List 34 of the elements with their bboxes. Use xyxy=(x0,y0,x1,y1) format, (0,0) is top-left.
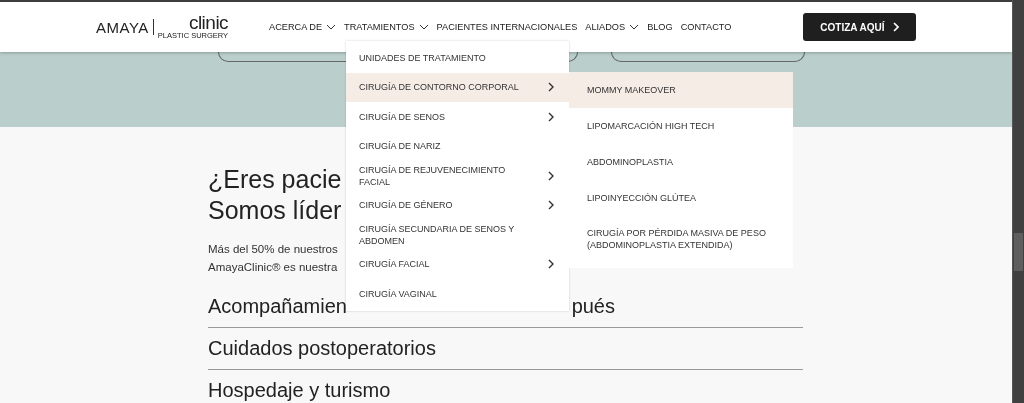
menu-item[interactable]: CIRUGÍA FACIAL xyxy=(346,249,569,279)
paragraph-text: AmayaClinic® es nuestra xyxy=(208,260,338,275)
scrollbar[interactable] xyxy=(1012,0,1024,403)
nav-link[interactable]: ALIADOS xyxy=(585,22,640,32)
menu-item[interactable]: CIRUGÍA DE NARIZ xyxy=(346,131,569,161)
menu-item[interactable]: LIPOINYECCIÓN GLÚTEA xyxy=(569,180,793,216)
menu-item[interactable]: CIRUGÍA SECUNDARIA DE SENOS Y ABDOMEN xyxy=(346,220,569,250)
accordion-title[interactable]: Cuidados postoperatorios xyxy=(208,337,436,360)
accordion-title[interactable]: Hospedaje y turismo xyxy=(208,379,391,402)
menu-item[interactable]: CIRUGÍA DE CONTORNO CORPORAL xyxy=(346,72,569,102)
accordion-title[interactable]: pués xyxy=(571,295,615,318)
menu-item[interactable]: CIRUGÍA DE SENOS xyxy=(346,102,569,132)
menu-item[interactable]: CIRUGÍA POR PÉRDIDA MASIVA DE PESO (ABDOMINOPLASTIA EXTENDIDA) xyxy=(569,216,793,262)
nav-link[interactable]: BLOG xyxy=(647,22,673,32)
heading-text: ¿Eres pacie xyxy=(208,164,342,195)
nav-link[interactable]: PACIENTES INTERNACIONALES xyxy=(436,22,578,32)
scrollbar-thumb[interactable] xyxy=(1014,233,1023,271)
logo-name: clinic xyxy=(188,14,229,32)
menu-item[interactable]: UNIDADES DE TRATAMIENTO xyxy=(346,43,569,73)
menu-item[interactable]: CIRUGÍA VAGINAL xyxy=(346,279,569,309)
quote-button[interactable]: COTIZA AQUÍ xyxy=(803,13,916,41)
paragraph-text: Más del 50% de nuestros xyxy=(208,242,338,257)
accordion-title[interactable]: Acompañamien xyxy=(208,295,347,318)
menu-item[interactable]: CIRUGÍA DE REJUVENECIMIENTO FACIAL xyxy=(346,161,569,191)
nav-link[interactable]: TRATAMIENTOS xyxy=(344,22,429,32)
heading-text: Somos líder xyxy=(208,195,342,226)
menu-item[interactable]: MOMMY MAKEOVER xyxy=(569,72,793,108)
menu-item[interactable]: CIRUGÍA DE GÉNERO xyxy=(346,190,569,220)
nav-link[interactable]: ACERCA DE xyxy=(269,22,337,32)
menu-item[interactable]: ABDOMINOPLASTIA xyxy=(569,144,793,180)
menu-item[interactable]: LIPOMARCACIÓN HIGH TECH xyxy=(569,108,793,144)
chevron-icon xyxy=(892,22,899,32)
logo-brand: AMAYA xyxy=(96,18,149,36)
nav-link[interactable]: CONTACTO xyxy=(680,22,732,32)
